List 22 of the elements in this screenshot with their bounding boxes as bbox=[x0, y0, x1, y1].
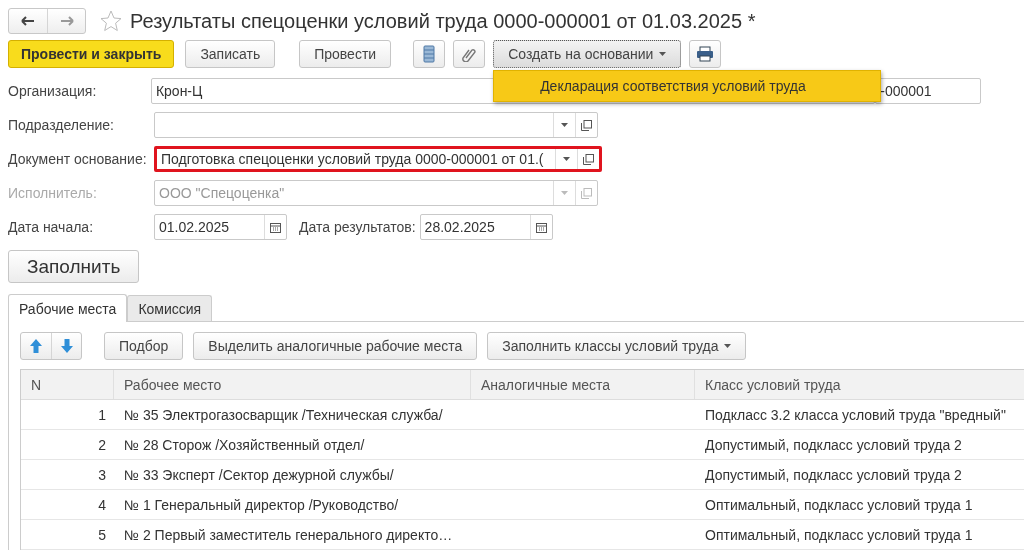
table-cell-text: Подкласс 3.2 класса условий труда "вредный" bbox=[704, 405, 1007, 425]
table-cell-text: 4 bbox=[97, 495, 107, 515]
table-cell-text: № 33 Эксперт /Сектор дежурной службы/ bbox=[123, 465, 395, 485]
table-cell-text: Допустимый, подкласс условий труда 2 bbox=[704, 435, 963, 455]
table-cell-text: № 2 Первый заместитель генерального директо… bbox=[123, 525, 454, 545]
field-label: Дата начала: bbox=[8, 219, 95, 235]
field-label: Документ основание: bbox=[8, 151, 148, 167]
table-cell-text: Оптимальный, подкласс условий труда 1 bbox=[704, 495, 974, 515]
table-cell-text: № 28 Сторож /Хозяйственный отдел/ bbox=[123, 435, 366, 455]
table-cell-text: 1 bbox=[97, 405, 107, 425]
field-label: Дата результатов: bbox=[299, 219, 416, 235]
window-title: Результаты спецоценки условий труда 0000-000001 от 01.03.2025 * bbox=[130, 9, 756, 33]
table-cell-text: 5 bbox=[97, 525, 107, 545]
table-cell-text: Допустимый, подкласс условий труда 2 bbox=[704, 465, 963, 485]
table-cell-text: 2 bbox=[97, 435, 107, 455]
field-label: Подразделение: bbox=[8, 117, 115, 133]
field-label: Исполнитель: bbox=[8, 185, 98, 201]
field-label: Организация: bbox=[8, 83, 98, 99]
table-cell-text: 3 bbox=[97, 465, 107, 485]
table-cell-text: № 35 Электрогазосварщик /Техническая служба/ bbox=[123, 405, 444, 425]
table-cell-text: Оптимальный, подкласс условий труда 1 bbox=[704, 525, 974, 545]
table-cell-text: № 1 Генеральный директор /Руководство/ bbox=[123, 495, 400, 515]
